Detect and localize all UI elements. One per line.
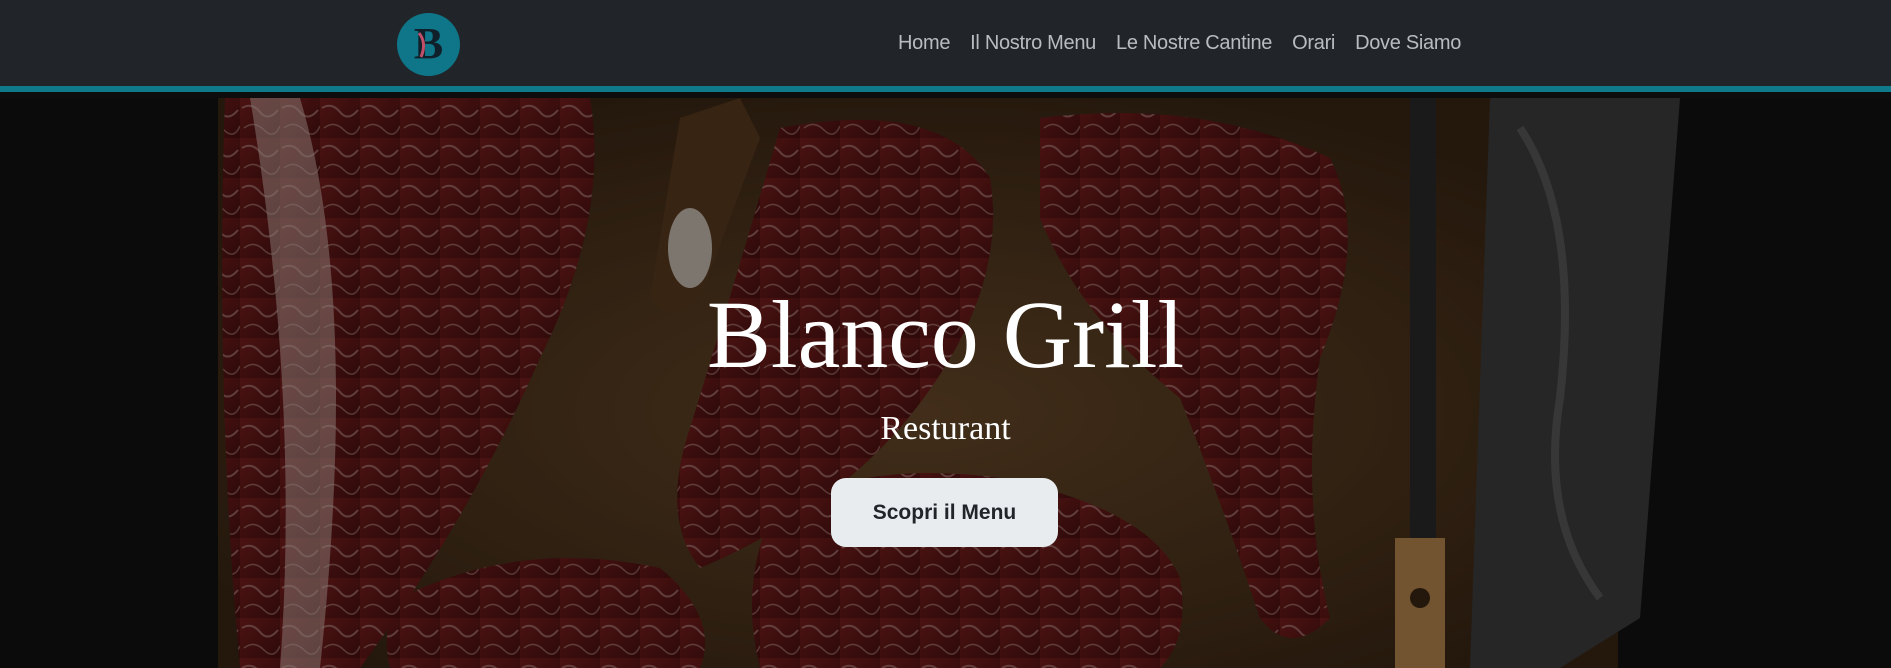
nav-link-cantine[interactable]: Le Nostre Cantine	[1116, 32, 1272, 55]
nav-link-menu[interactable]: Il Nostro Menu	[970, 32, 1096, 55]
main-nav: Home Il Nostro Menu Le Nostre Cantine Or…	[898, 32, 1481, 55]
top-navbar: B Home Il Nostro Menu Le Nostre Cantine …	[0, 0, 1891, 92]
logo-icon: B	[414, 19, 443, 68]
hero-subtitle: Resturant	[880, 410, 1011, 447]
nav-link-orari[interactable]: Orari	[1292, 32, 1335, 55]
discover-menu-button[interactable]: Scopri il Menu	[831, 478, 1058, 547]
nav-link-home[interactable]: Home	[898, 32, 950, 55]
hero-title: Blanco Grill	[706, 281, 1185, 388]
brand-logo[interactable]: B	[397, 13, 460, 76]
hero-section: Blanco Grill Resturant Scopri il Menu	[0, 98, 1891, 668]
nav-link-dove-siamo[interactable]: Dove Siamo	[1355, 32, 1461, 55]
logo-letter: B	[414, 19, 443, 68]
